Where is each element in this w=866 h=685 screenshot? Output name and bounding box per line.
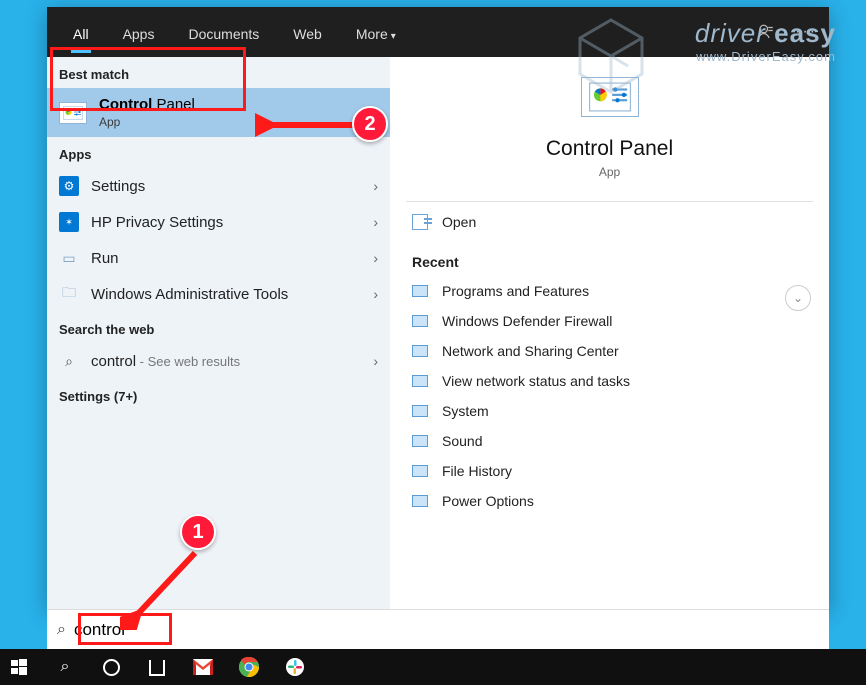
panel-item-icon: [412, 435, 428, 447]
gear-icon: ⚙: [59, 176, 79, 196]
panel-item-icon: [412, 405, 428, 417]
result-admin-tools[interactable]: 🗀 Windows Administrative Tools ›: [47, 276, 390, 312]
open-action[interactable]: Open: [390, 202, 829, 242]
search-icon: ⌕: [59, 351, 79, 371]
taskbar-search-icon[interactable]: ⌕: [54, 656, 76, 678]
settings-more-label[interactable]: Settings (7+): [47, 379, 390, 414]
recent-item[interactable]: Network and Sharing Center: [390, 336, 829, 366]
recent-item[interactable]: Sound: [390, 426, 829, 456]
panel-item-icon: [412, 285, 428, 297]
start-search-panel: All Apps Documents Web More▾ ··· Best ma…: [47, 7, 829, 609]
privacy-icon: ✶: [59, 212, 79, 232]
panel-item-icon: [412, 315, 428, 327]
chevron-right-icon: ›: [373, 250, 378, 266]
result-label: Settings: [91, 178, 145, 195]
search-icon: ⌕: [57, 621, 66, 639]
preview-right-pane: Control Panel App Open ⌄ Recent Programs…: [390, 57, 829, 609]
open-icon: [412, 214, 428, 230]
search-tabs: All Apps Documents Web More▾ ···: [47, 7, 829, 57]
recent-item[interactable]: Windows Defender Firewall: [390, 306, 829, 336]
search-input[interactable]: [74, 620, 274, 640]
gmail-icon[interactable]: [192, 656, 214, 678]
task-view-icon[interactable]: [146, 656, 168, 678]
results-left-pane: Best match Control Panel App Apps ⚙ Sett…: [47, 57, 390, 609]
open-label: Open: [442, 214, 476, 230]
chevron-right-icon: ›: [373, 353, 378, 369]
control-panel-icon: [59, 102, 87, 124]
result-label: Run: [91, 250, 119, 267]
recent-item[interactable]: System: [390, 396, 829, 426]
search-web-label: Search the web: [47, 312, 390, 343]
best-match-label: Best match: [47, 57, 390, 88]
chevron-right-icon: ›: [373, 286, 378, 302]
result-label: HP Privacy Settings: [91, 214, 223, 231]
panel-item-icon: [412, 465, 428, 477]
result-settings[interactable]: ⚙ Settings ›: [47, 168, 390, 204]
preview-title: Control Panel: [390, 137, 829, 161]
tab-more[interactable]: More▾: [344, 12, 408, 53]
recent-item[interactable]: File History: [390, 456, 829, 486]
recent-item[interactable]: Power Options: [390, 486, 829, 516]
result-hp-privacy[interactable]: ✶ HP Privacy Settings ›: [47, 204, 390, 240]
result-run[interactable]: ▭ Run ›: [47, 240, 390, 276]
result-label: Windows Administrative Tools: [91, 286, 288, 303]
tools-icon: 🗀: [59, 284, 79, 304]
tab-documents[interactable]: Documents: [176, 12, 271, 53]
recent-item[interactable]: Programs and Features: [390, 276, 829, 306]
tab-apps[interactable]: Apps: [111, 12, 167, 53]
chevron-right-icon: ›: [373, 178, 378, 194]
chevron-right-icon: ›: [373, 214, 378, 230]
panel-item-icon: [412, 375, 428, 387]
best-match-subtitle: App: [99, 115, 195, 129]
run-icon: ▭: [59, 248, 79, 268]
preview-subtitle: App: [390, 165, 829, 179]
taskbar: ⌕: [0, 649, 866, 685]
tab-web[interactable]: Web: [281, 12, 334, 53]
expand-toggle[interactable]: ⌄: [785, 285, 811, 311]
apps-section-label: Apps: [47, 137, 390, 168]
search-web-result[interactable]: ⌕ control - See web results ›: [47, 343, 390, 379]
feedback-icon[interactable]: [757, 23, 775, 41]
start-button[interactable]: [8, 656, 30, 678]
best-match-result[interactable]: Control Panel App: [47, 88, 390, 137]
search-bar: ⌕: [47, 609, 829, 649]
chevron-down-icon: ▾: [391, 31, 396, 42]
cortana-icon[interactable]: [100, 656, 122, 678]
best-match-title: Control Panel: [99, 96, 195, 113]
control-panel-icon-large: [581, 77, 639, 117]
recent-item[interactable]: View network status and tasks: [390, 366, 829, 396]
recent-label: Recent: [390, 242, 829, 276]
panel-item-icon: [412, 345, 428, 357]
panel-item-icon: [412, 495, 428, 507]
chrome-icon[interactable]: [238, 656, 260, 678]
tab-all[interactable]: All: [61, 12, 101, 53]
more-options-icon[interactable]: ···: [797, 23, 815, 41]
slack-icon[interactable]: [284, 656, 306, 678]
